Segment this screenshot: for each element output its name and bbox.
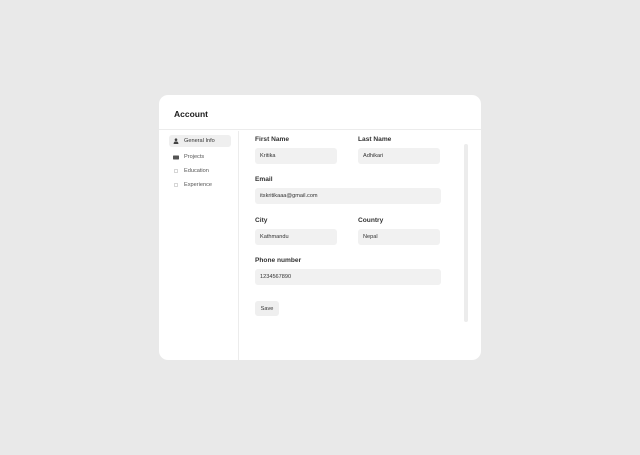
dot-icon: [171, 166, 181, 176]
page-title: Account: [174, 109, 208, 119]
folder-icon: [171, 152, 181, 162]
city-field[interactable]: Kathmandu: [255, 229, 337, 245]
sidebar-item-experience[interactable]: Experience: [169, 179, 231, 191]
save-button[interactable]: Save: [255, 301, 279, 316]
sidebar-item-label: General Info: [184, 138, 215, 144]
country-label: Country: [358, 217, 384, 224]
phone-field[interactable]: 1234567890: [255, 269, 441, 285]
sidebar-item-education[interactable]: Education: [169, 165, 231, 177]
last-name-field[interactable]: Adhikari: [358, 148, 440, 164]
scrollbar[interactable]: [464, 144, 468, 322]
account-card: Account General Info Projects Education …: [159, 95, 481, 360]
card-header: Account: [159, 95, 481, 130]
phone-label: Phone number: [255, 257, 302, 264]
sidebar-item-label: Projects: [184, 154, 205, 160]
first-name-label: First Name: [255, 136, 290, 143]
form-area: First Name Kritika Last Name Adhikari Em…: [240, 131, 481, 360]
sidebar-item-projects[interactable]: Projects: [169, 151, 231, 163]
sidebar-item-label: Experience: [184, 182, 212, 188]
first-name-field[interactable]: Kritika: [255, 148, 337, 164]
country-field[interactable]: Nepal: [358, 229, 440, 245]
dot-icon: [171, 180, 181, 190]
email-label: Email: [255, 176, 273, 183]
last-name-label: Last Name: [358, 136, 392, 143]
sidebar-item-general-info[interactable]: General Info: [169, 135, 231, 147]
city-label: City: [255, 217, 268, 224]
email-field[interactable]: itskritikaaa@gmail.com: [255, 188, 441, 204]
user-icon: [171, 136, 181, 146]
sidebar: General Info Projects Education Experien…: [159, 131, 239, 360]
sidebar-item-label: Education: [184, 168, 209, 174]
